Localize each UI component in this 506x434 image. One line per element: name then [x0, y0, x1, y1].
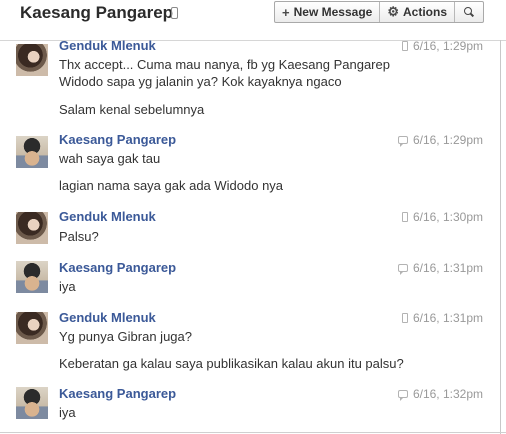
scroll-pane-edge — [500, 40, 501, 434]
actions-button[interactable]: ⚙ Actions — [380, 2, 455, 22]
chat-icon — [397, 136, 408, 147]
message-text: iya — [59, 405, 76, 420]
message-timestamp: 6/16, 1:29pm — [412, 39, 483, 53]
phone-icon — [401, 41, 408, 51]
message-author[interactable]: Genduk Mlenuk — [59, 209, 156, 225]
avatar[interactable] — [16, 312, 48, 344]
message-text: Thx accept... Cuma mau nanya, fb yg Kaes… — [59, 57, 390, 72]
message-meta: 6/16, 1:29pm — [397, 133, 483, 147]
message-text: Keberatan ga kalau saya publikasikan kal… — [59, 356, 404, 371]
message-item: Genduk Mlenuk 6/16, 1:29pm Thx accept...… — [0, 36, 500, 126]
message-item: Genduk Mlenuk 6/16, 1:31pm Yg punya Gibr… — [0, 309, 500, 379]
header-toolbar: + New Message ⚙ Actions — [274, 1, 484, 23]
phone-icon — [401, 212, 408, 222]
avatar[interactable] — [16, 136, 48, 168]
message-meta: 6/16, 1:30pm — [401, 210, 483, 224]
message-timestamp: 6/16, 1:31pm — [412, 311, 483, 325]
message-author[interactable]: Genduk Mlenuk — [59, 310, 156, 326]
message-timestamp: 6/16, 1:29pm — [412, 133, 483, 147]
message-text: wah saya gak tau — [59, 151, 161, 166]
message-author[interactable]: Kaesang Pangarep — [59, 386, 176, 402]
message-item: Kaesang Pangarep 6/16, 1:32pm iya — [0, 385, 500, 425]
message-text: Palsu? — [59, 229, 99, 244]
conversation-header: Kaesang Pangarep + New Message ⚙ Actions — [0, 0, 506, 36]
message-timestamp: 6/16, 1:32pm — [412, 387, 483, 401]
conversation-title: Kaesang Pangarep — [20, 3, 174, 22]
message-text: Widodo sapa yg jalanin ya? Kok kayaknya … — [59, 74, 342, 89]
message-meta: 6/16, 1:29pm — [401, 39, 483, 53]
search-icon — [464, 7, 474, 17]
message-text: Salam kenal sebelumnya — [59, 102, 205, 117]
plus-icon: + — [282, 4, 290, 20]
avatar[interactable] — [16, 387, 48, 419]
new-message-button[interactable]: + New Message — [275, 2, 381, 22]
message-meta: 6/16, 1:31pm — [401, 311, 483, 325]
message-item: Genduk Mlenuk 6/16, 1:30pm Palsu? — [0, 208, 500, 248]
message-timestamp: 6/16, 1:31pm — [412, 261, 483, 275]
message-author[interactable]: Genduk Mlenuk — [59, 38, 156, 54]
thread-bottom-divider — [0, 432, 506, 433]
message-author[interactable]: Kaesang Pangarep — [59, 132, 176, 148]
gear-icon: ⚙ — [387, 4, 399, 19]
avatar[interactable] — [16, 261, 48, 293]
avatar[interactable] — [16, 212, 48, 244]
message-text: Yg punya Gibran juga? — [59, 329, 192, 344]
chat-icon — [397, 264, 408, 275]
message-timestamp: 6/16, 1:30pm — [412, 210, 483, 224]
message-text: iya — [59, 279, 76, 294]
message-author[interactable]: Kaesang Pangarep — [59, 260, 176, 276]
mobile-phone-icon — [171, 7, 178, 19]
new-message-label: New Message — [293, 5, 373, 19]
message-item: Kaesang Pangarep 6/16, 1:31pm iya — [0, 259, 500, 299]
chat-icon — [397, 390, 408, 401]
avatar[interactable] — [16, 44, 48, 76]
search-button[interactable] — [455, 2, 483, 22]
message-meta: 6/16, 1:32pm — [397, 387, 483, 401]
phone-icon — [401, 313, 408, 323]
message-text: lagian nama saya gak ada Widodo nya — [59, 178, 284, 193]
message-meta: 6/16, 1:31pm — [397, 261, 483, 275]
actions-label: Actions — [402, 5, 447, 19]
message-item: Kaesang Pangarep 6/16, 1:29pm wah saya g… — [0, 130, 500, 200]
